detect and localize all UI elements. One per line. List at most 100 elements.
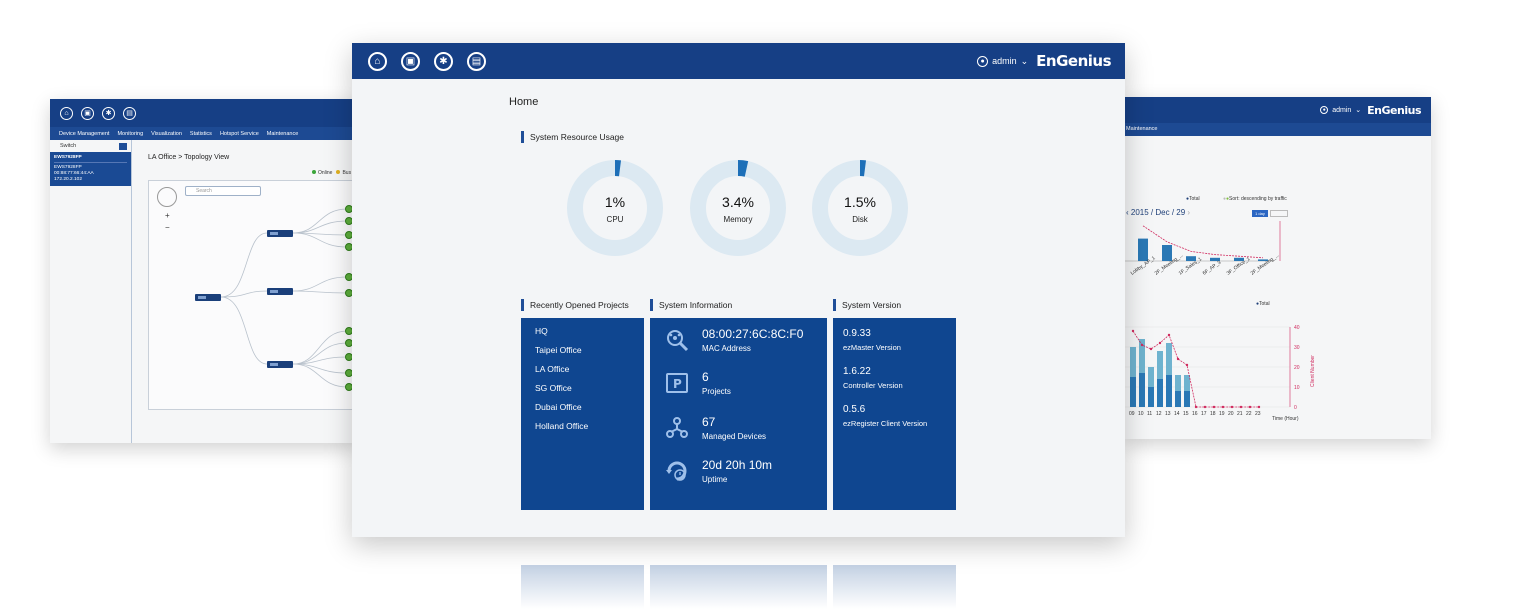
menu-statistics[interactable]: Statistics (190, 131, 212, 137)
sidebar-device[interactable]: EWS7928FP EWS7928FP 00:88:77:66:44:AA 17… (50, 152, 131, 186)
devices-icon (664, 415, 690, 441)
gear-icon[interactable]: ✱ (434, 51, 453, 71)
right-top-legend: ●Total ●●Sort: descending by traffic (1186, 196, 1287, 202)
project-link-sg-office[interactable]: SG Office (535, 383, 644, 393)
right-menu-maintenance[interactable]: Maintenance (1124, 123, 1431, 136)
hour-bar-segment (1184, 391, 1190, 407)
managed-devices-value: 67 (702, 415, 716, 429)
hour-x-tick: 15 (1183, 411, 1189, 417)
controller-version-label: Controller Version (843, 381, 903, 390)
y-axis-label: Client Number (1310, 355, 1316, 387)
hour-line-point (1239, 405, 1243, 409)
left-sidebar: Switch EWS7928FP EWS7928FP 00:88:77:66:4… (50, 140, 132, 443)
cpu-label: CPU (606, 215, 624, 224)
hour-x-tick: 11 (1147, 411, 1152, 417)
hour-y-tick: 10 (1294, 385, 1300, 391)
menu-device-management[interactable]: Device Management (59, 131, 109, 137)
hour-bar-segment (1166, 375, 1172, 407)
hour-line-point (1221, 405, 1225, 409)
date-navigator: ‹ 2015 / Dec / 29 › (1126, 208, 1190, 217)
sidebar-header: Switch (50, 140, 131, 152)
disk-label: Disk (852, 215, 868, 224)
hour-bar-segment (1148, 387, 1154, 407)
hour-y-tick: 0 (1294, 405, 1297, 411)
date-label: 2015 / Dec / 29 (1130, 208, 1186, 217)
ap-line (1142, 225, 1264, 259)
topology-canvas[interactable]: + − Search (148, 180, 360, 410)
menu-maintenance[interactable]: Maintenance (267, 131, 299, 137)
right-user-menu[interactable]: ● admin ⌄ (1320, 106, 1361, 114)
system-version-card: 0.9.33 ezMaster Version 1.6.22 Controlle… (833, 318, 956, 510)
ezregister-version-value: 0.5.6 (843, 404, 866, 415)
sidebar-title: Switch (60, 143, 77, 149)
clipboard-icon[interactable]: ▤ (123, 106, 136, 120)
hour-y-tick: 20 (1294, 365, 1300, 371)
right-user-name: admin (1332, 106, 1352, 114)
topology-switch[interactable] (267, 288, 293, 295)
reflection (521, 565, 644, 609)
system-info-title: System Information (650, 299, 732, 311)
clipboard-icon[interactable]: ▤ (467, 51, 486, 71)
ap-bar (1138, 238, 1148, 261)
project-link-taipei-office[interactable]: Taipei Office (535, 345, 644, 355)
reflection (650, 565, 827, 609)
dashboard-icon[interactable]: ▣ (401, 51, 420, 71)
menu-monitoring[interactable]: Monitoring (117, 131, 143, 137)
collapse-icon[interactable] (119, 142, 127, 150)
gear-icon[interactable]: ✱ (102, 106, 115, 120)
topology-legend: Online Bus (312, 170, 351, 176)
topology-root-switch[interactable] (195, 294, 221, 301)
hour-line-point (1131, 329, 1135, 333)
chevron-left-icon[interactable]: ‹ (1126, 208, 1129, 217)
device-name: EWS7928FP (54, 155, 127, 163)
hour-x-tick: 13 (1165, 411, 1171, 417)
menu-hotspot-service[interactable]: Hotspot Service (220, 131, 259, 137)
ezmaster-version-label: ezMaster Version (843, 343, 901, 352)
legend-sort: Sort: descending by traffic (1229, 196, 1287, 202)
managed-devices-label: Managed Devices (702, 432, 767, 441)
hour-line-point (1203, 405, 1207, 409)
user-menu[interactable]: ● admin ⌄ (977, 55, 1028, 67)
hour-x-tick: 20 (1228, 411, 1234, 417)
page-title: Home (509, 96, 539, 108)
project-link-holland-office[interactable]: Holland Office (535, 421, 644, 431)
menu-visualization[interactable]: Visualization (151, 131, 182, 137)
brand-logo: EnGenius (1036, 52, 1111, 70)
info-mac-row: 08:00:27:6C:8C:F0 MAC Address (664, 327, 803, 353)
project-link-dubai-office[interactable]: Dubai Office (535, 402, 644, 412)
hourly-client-chart: 40302010009 10 11 12 13 14 15 16 17 18 19 20 21 22 23 (1124, 325, 1300, 417)
hour-line-point (1167, 333, 1171, 337)
user-icon: ● (977, 55, 989, 67)
topology-switch[interactable] (267, 230, 293, 237)
hour-bar-segment (1130, 377, 1136, 407)
hour-x-tick: 09 (1129, 411, 1135, 417)
project-link-la-office[interactable]: LA Office (535, 364, 644, 374)
hour-line-point (1140, 343, 1144, 347)
hour-x-tick: 18 (1210, 411, 1216, 417)
left-menubar: Device Management Monitoring Visualizati… (50, 127, 360, 140)
hour-bar-segment (1139, 373, 1145, 407)
search-network-icon (664, 327, 690, 353)
week-range-button[interactable] (1270, 210, 1288, 217)
memory-gauge: 3.4% Memory (690, 160, 786, 256)
user-name: admin (992, 56, 1017, 66)
topology-switch[interactable] (267, 361, 293, 368)
project-link-hq[interactable]: HQ (535, 326, 644, 336)
info-projects-row: P 6 Projects (664, 370, 731, 396)
resource-usage-title: System Resource Usage (521, 131, 624, 143)
cpu-gauge: 1% CPU (567, 160, 663, 256)
uptime-value: 20d 20h 10m (702, 458, 773, 472)
topology-screen: ⌂ ▣ ✱ ▤ Device Management Monitoring Vis… (50, 99, 360, 443)
day-range-button[interactable]: 1 day (1252, 210, 1268, 217)
system-info-card: 08:00:27:6C:8C:F0 MAC Address P 6 Projec… (650, 318, 827, 510)
mac-address-label: MAC Address (702, 344, 751, 353)
home-icon[interactable]: ⌂ (60, 106, 73, 120)
chevron-right-icon[interactable]: › (1187, 208, 1190, 217)
ezmaster-version: 0.9.33 ezMaster Version (843, 328, 956, 352)
disk-gauge: 1.5% Disk (812, 160, 908, 256)
dashboard-icon[interactable]: ▣ (81, 106, 94, 120)
gauge-fill (737, 160, 749, 177)
hour-x-tick: 12 (1156, 411, 1162, 417)
memory-value: 3.4% (722, 194, 754, 210)
home-icon[interactable]: ⌂ (368, 51, 387, 71)
